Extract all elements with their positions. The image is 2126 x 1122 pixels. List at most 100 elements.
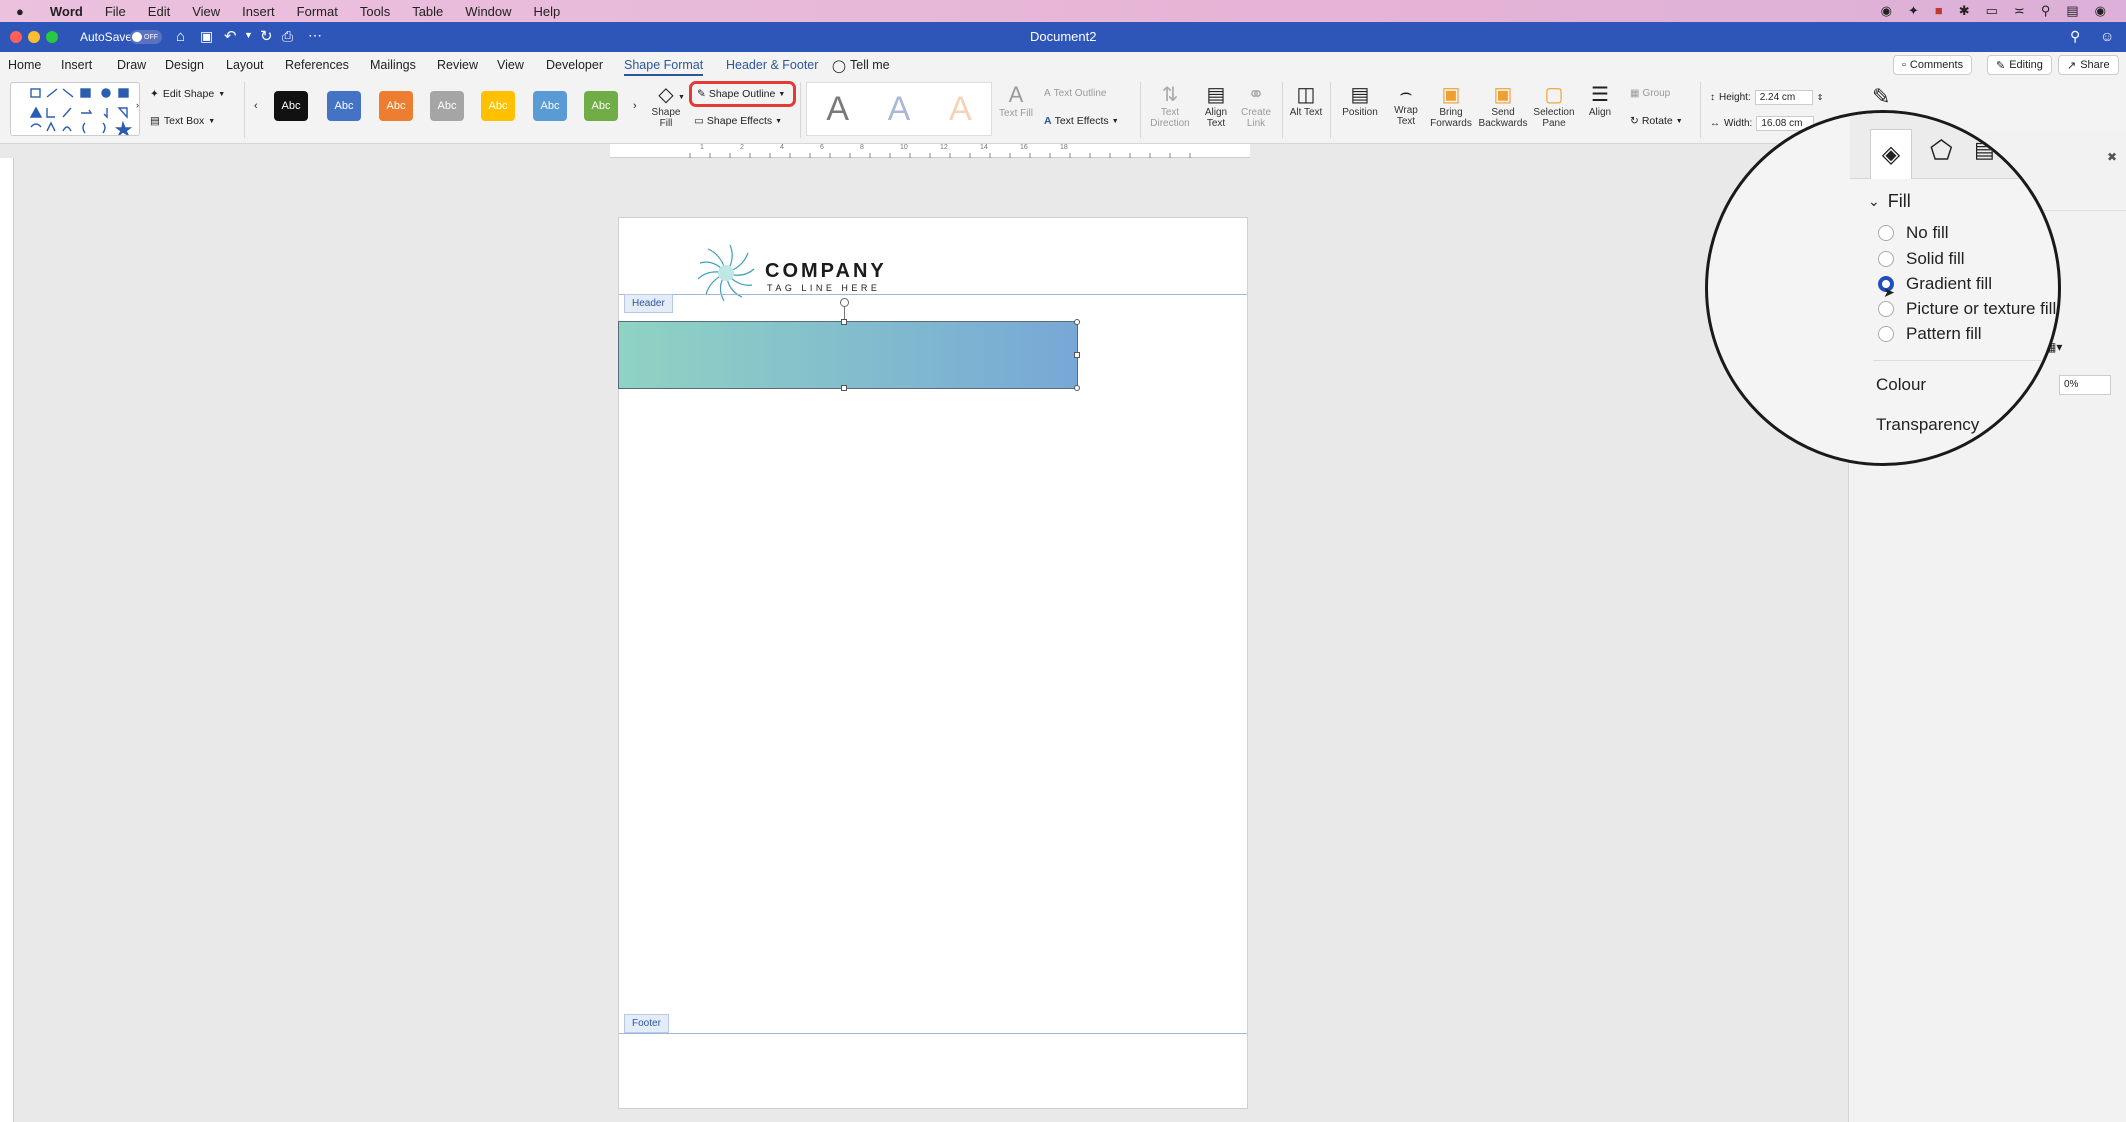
control-center-icon[interactable]: ▤ [2066,3,2078,19]
tell-me-search[interactable]: Tell me [850,58,890,72]
fill-line-tab[interactable]: ◈ [1870,129,1912,179]
tab-layout[interactable]: Layout [226,58,264,72]
resize-handle-bottom[interactable] [841,385,847,391]
radio-picture-fill[interactable] [1878,301,1894,317]
status-icon-2[interactable]: ✦ [1908,3,1919,19]
transparency-input[interactable]: 0% [2059,375,2111,395]
height-stepper[interactable]: ⇕ [1817,93,1824,102]
radio-no-fill[interactable] [1878,225,1894,241]
styles-prev-icon[interactable]: ‹ [254,100,258,112]
shapes-gallery[interactable] [10,82,140,137]
shape-fill-button[interactable]: ◇ Shape Fill [648,82,684,129]
shape-fill-dropdown-icon[interactable]: ▼ [678,94,685,101]
tab-home[interactable]: Home [8,58,41,72]
banner-shape[interactable] [618,321,1078,389]
horizontal-ruler[interactable]: 1 2 4 6 8 10 12 14 16 18 [610,144,1250,158]
menu-app-word[interactable]: Word [50,4,83,19]
style-swatch-7[interactable]: Abc [584,91,618,121]
create-link-button[interactable]: ⚭ Create Link [1236,82,1276,129]
rotate-handle[interactable] [840,298,849,307]
group-button[interactable]: ▦ Group [1630,88,1670,99]
apple-icon[interactable]: ● [16,4,24,19]
text-direction-button[interactable]: ⇅ Text Direction [1146,82,1194,129]
style-swatch-6[interactable]: Abc [533,91,567,121]
tab-shape-format[interactable]: Shape Format [624,58,704,76]
wifi-icon[interactable]: ≍ [2014,3,2025,19]
style-swatch-4[interactable]: Abc [430,91,464,121]
edit-shape-button[interactable]: ✦ Edit Shape ▼ [150,88,225,100]
close-icon[interactable]: ✖ [2107,150,2117,164]
menu-format[interactable]: Format [297,4,338,19]
undo-icon[interactable]: ↶ [224,27,237,45]
siri-icon[interactable]: ◉ [2095,3,2106,19]
wordart-style-2[interactable]: A [888,90,911,129]
tab-view[interactable]: View [497,58,524,72]
menu-edit[interactable]: Edit [148,4,170,19]
share-button[interactable]: ↗ Share [2058,55,2119,75]
rotate-button[interactable]: ↻ Rotate ▼ [1630,115,1683,127]
wrap-text-button[interactable]: ⌢ Wrap Text [1386,82,1426,127]
header-tag[interactable]: Header [624,294,673,313]
menu-file[interactable]: File [105,4,126,19]
search-icon[interactable]: ⚲ [2070,28,2080,45]
status-icon-3[interactable]: ■ [1935,3,1943,19]
height-input[interactable]: 2.24 cm [1754,90,1813,105]
menu-help[interactable]: Help [534,4,561,19]
home-icon[interactable]: ⌂ [176,28,185,45]
style-swatch-1[interactable]: Abc [274,91,308,121]
account-icon[interactable]: ☺ [2100,28,2114,44]
vertical-ruler[interactable] [0,158,14,1122]
fill-option-none[interactable]: No fill [1878,223,1949,243]
undo-dropdown-icon[interactable]: ▼ [244,30,253,40]
align-button[interactable]: ☰ Align [1580,82,1620,118]
text-effects-button[interactable]: A Text Effects ▼ [1044,115,1119,127]
radio-pattern-fill[interactable] [1878,326,1894,342]
autosave-toggle[interactable]: OFF [130,30,162,44]
bluetooth-icon[interactable]: ✱ [1959,3,1970,19]
fill-option-solid[interactable]: Solid fill [1878,249,1965,269]
save-icon[interactable]: ▣ [200,28,213,45]
selection-pane-button[interactable]: ▢ Selection Pane [1530,82,1578,129]
fill-section-header[interactable]: ⌄ Fill [1868,191,1911,212]
shape-outline-button[interactable]: ✎ Shape Outline ▼ [689,81,796,107]
align-text-button[interactable]: ▤ Align Text [1196,82,1236,129]
style-swatch-5[interactable]: Abc [481,91,515,121]
tab-developer[interactable]: Developer [546,58,603,72]
position-button[interactable]: ▤ Position [1336,82,1384,118]
tab-draw[interactable]: Draw [117,58,146,72]
battery-icon[interactable]: ▭ [1986,3,1998,19]
resize-handle-right[interactable] [1074,352,1080,358]
style-swatch-2[interactable]: Abc [327,91,361,121]
style-swatch-3[interactable]: Abc [379,91,413,121]
close-window-button[interactable] [10,31,22,43]
text-box-button[interactable]: ▤ Text Box ▼ [150,115,215,127]
menu-tools[interactable]: Tools [360,4,390,19]
menu-view[interactable]: View [192,4,220,19]
tab-design[interactable]: Design [165,58,204,72]
tab-header-footer[interactable]: Header & Footer [726,58,818,72]
minimize-window-button[interactable] [28,31,40,43]
editing-mode-button[interactable]: ✎ Editing [1987,55,2052,75]
styles-next-icon[interactable]: › [633,100,637,112]
resize-handle-top[interactable] [841,319,847,325]
more-icon[interactable]: ⋯ [308,27,322,44]
wordart-style-3[interactable]: A [949,90,972,129]
menu-window[interactable]: Window [465,4,511,19]
format-pane-icon[interactable]: ✎ [1872,84,1890,110]
layout-properties-tab[interactable]: ▤ [1974,137,1995,163]
footer-tag[interactable]: Footer [624,1014,669,1033]
tab-review[interactable]: Review [437,58,478,72]
text-fill-button[interactable]: A Text Fill [996,82,1036,119]
menu-insert[interactable]: Insert [242,4,275,19]
spotlight-icon[interactable]: ⚲ [2041,3,2051,19]
shape-effects-tab[interactable]: ⬠ [1930,135,1953,166]
resize-handle-top-right[interactable] [1074,319,1080,325]
print-icon[interactable]: ⎙ [282,28,293,45]
fill-option-pattern[interactable]: Pattern fill [1878,324,1982,344]
document-page[interactable]: COMPANY TAG LINE HERE Header Footer [618,217,1248,1109]
bring-forwards-button[interactable]: ▣ Bring Forwards [1428,82,1474,129]
shapes-more-icon[interactable]: › [136,100,139,110]
tab-references[interactable]: References [285,58,349,72]
shape-effects-button[interactable]: ▭ Shape Effects ▼ [694,115,782,127]
resize-handle-bottom-right[interactable] [1074,385,1080,391]
